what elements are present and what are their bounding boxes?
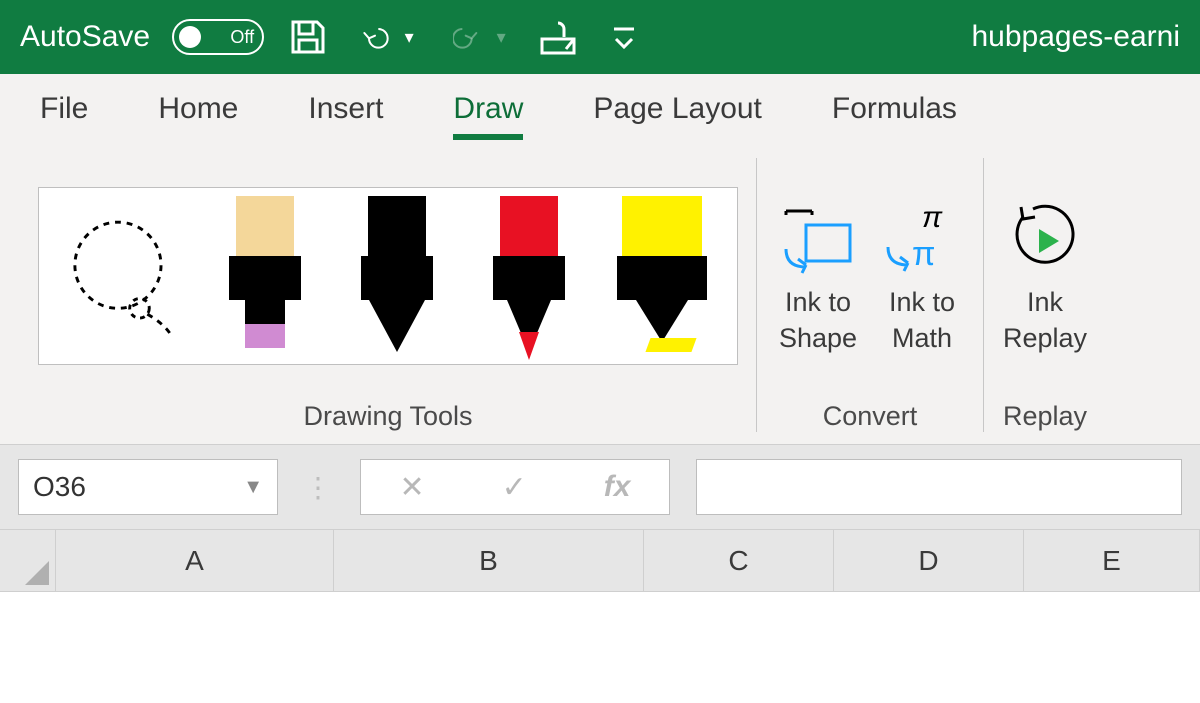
- worksheet-cells[interactable]: [0, 592, 1200, 703]
- chevron-down-icon: ▾: [497, 27, 506, 48]
- name-box[interactable]: O36 ▼: [18, 459, 278, 515]
- title-bar: AutoSave Off ▾ ▾ hubpages-earni: [0, 0, 1200, 74]
- qat-customize-button[interactable]: [602, 15, 646, 59]
- group-label-drawing-tools: Drawing Tools: [303, 401, 472, 432]
- tab-draw[interactable]: Draw: [453, 92, 523, 130]
- group-label-replay: Replay: [1003, 401, 1087, 432]
- name-box-value: O36: [33, 471, 86, 503]
- customize-icon: [604, 17, 644, 57]
- group-replay: Ink Replay Replay: [984, 158, 1106, 432]
- ink-replay-label-1: Ink: [1027, 287, 1063, 318]
- ink-to-math-button[interactable]: π π Ink to Math: [879, 197, 965, 353]
- ink-to-shape-button[interactable]: Ink to Shape: [775, 197, 861, 353]
- fx-icon[interactable]: fx: [604, 470, 631, 504]
- autosave-toggle-knob: [179, 26, 201, 48]
- lasso-select-icon[interactable]: [69, 211, 177, 341]
- formula-controls: ✕ ✓ fx: [360, 459, 670, 515]
- autosave-state: Off: [230, 27, 254, 48]
- ink-to-math-label-2: Math: [892, 323, 952, 354]
- undo-button[interactable]: ▾: [352, 15, 422, 59]
- ink-to-math-label-1: Ink to: [889, 287, 955, 318]
- pen-tool-2[interactable]: [353, 196, 441, 356]
- ink-to-shape-label-2: Shape: [779, 323, 857, 354]
- ink-replay-button[interactable]: Ink Replay: [1002, 197, 1088, 353]
- attach-button[interactable]: [536, 15, 580, 59]
- autosave-label: AutoSave: [20, 20, 150, 54]
- ink-to-shape-label-1: Ink to: [785, 287, 851, 318]
- save-button[interactable]: [286, 15, 330, 59]
- highlighter-tool[interactable]: [617, 196, 707, 356]
- svg-text:π: π: [922, 205, 943, 234]
- drawing-tools-gallery[interactable]: [38, 187, 738, 365]
- ink-to-math-icon: π π: [879, 197, 965, 283]
- group-drawing-tools: Drawing Tools: [20, 158, 756, 432]
- ink-replay-icon: [1002, 197, 1088, 283]
- redo-icon: [453, 17, 493, 57]
- cancel-icon: ✕: [400, 470, 425, 505]
- tab-page-layout[interactable]: Page Layout: [593, 92, 761, 130]
- redo-button: ▾: [444, 15, 514, 59]
- tab-formulas[interactable]: Formulas: [832, 92, 957, 130]
- chevron-down-icon[interactable]: ▾: [405, 27, 414, 48]
- resize-handle-icon[interactable]: ⋮: [304, 471, 334, 504]
- column-header-D[interactable]: D: [834, 530, 1024, 591]
- column-header-B[interactable]: B: [334, 530, 644, 591]
- attachment-icon: [538, 17, 578, 57]
- undo-icon: [361, 17, 401, 57]
- column-header-row: A B C D E: [0, 530, 1200, 592]
- ribbon: Drawing Tools Ink to Shape π: [0, 148, 1200, 444]
- column-header-C[interactable]: C: [644, 530, 834, 591]
- group-label-convert: Convert: [823, 401, 918, 432]
- group-convert: Ink to Shape π π Ink to Math Convert: [756, 158, 984, 432]
- column-header-E[interactable]: E: [1024, 530, 1200, 591]
- enter-icon: ✓: [502, 470, 527, 505]
- chevron-down-icon[interactable]: ▼: [243, 476, 263, 499]
- document-title: hubpages-earni: [972, 20, 1181, 54]
- tab-insert[interactable]: Insert: [308, 92, 383, 130]
- tab-file[interactable]: File: [40, 92, 88, 130]
- ink-to-shape-icon: [775, 197, 861, 283]
- pen-tool-3[interactable]: [485, 196, 573, 356]
- formula-bar: O36 ▼ ⋮ ✕ ✓ fx: [0, 444, 1200, 530]
- tab-home[interactable]: Home: [158, 92, 238, 130]
- ink-replay-label-2: Replay: [1003, 323, 1087, 354]
- column-header-A[interactable]: A: [56, 530, 334, 591]
- ribbon-tabs: File Home Insert Draw Page Layout Formul…: [0, 74, 1200, 148]
- autosave-toggle[interactable]: Off: [172, 19, 264, 55]
- formula-input[interactable]: [696, 459, 1182, 515]
- svg-text:π: π: [912, 235, 935, 273]
- save-icon: [288, 17, 328, 57]
- select-all-button[interactable]: [0, 530, 56, 591]
- pen-tool-1[interactable]: [221, 196, 309, 356]
